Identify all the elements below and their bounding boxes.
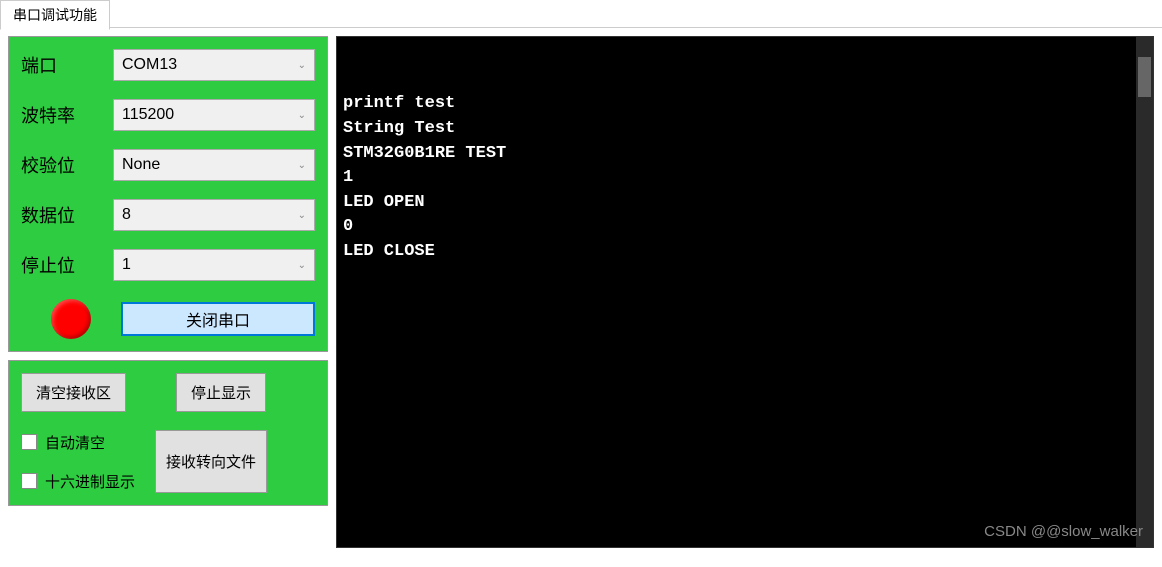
databits-row: 数据位 8 ⌄	[21, 199, 315, 231]
receive-to-file-button[interactable]: 接收转向文件	[155, 430, 267, 493]
receive-to-file-label: 接收转向文件	[166, 454, 256, 471]
chevron-down-icon: ⌄	[298, 210, 306, 221]
clear-receive-label: 清空接收区	[36, 385, 111, 402]
chevron-down-icon: ⌄	[298, 110, 306, 121]
stop-display-button[interactable]: 停止显示	[176, 373, 266, 412]
databits-value: 8	[122, 206, 131, 224]
serial-config-panel: 端口 COM13 ⌄ 波特率 115200 ⌄ 校验位 None ⌄	[8, 36, 328, 352]
port-value: COM13	[122, 56, 177, 74]
auto-clear-checkbox[interactable]	[21, 434, 37, 450]
baud-select[interactable]: 115200 ⌄	[113, 99, 315, 131]
baud-row: 波特率 115200 ⌄	[21, 99, 315, 131]
receive-control-panel: 清空接收区 停止显示 自动清空 十六进制显示	[8, 360, 328, 506]
stopbits-label: 停止位	[21, 252, 101, 278]
close-port-button[interactable]: 关闭串口	[121, 302, 315, 336]
stopbits-row: 停止位 1 ⌄	[21, 249, 315, 281]
port-select[interactable]: COM13 ⌄	[113, 49, 315, 81]
hex-display-row: 十六进制显示	[21, 471, 135, 492]
scrollbar-vertical[interactable]	[1136, 37, 1153, 547]
terminal-content: printf test String Test STM32G0B1RE TEST…	[343, 92, 1147, 264]
hex-display-checkbox[interactable]	[21, 473, 37, 489]
port-label: 端口	[21, 52, 101, 78]
stopbits-value: 1	[122, 256, 131, 274]
chevron-down-icon: ⌄	[298, 260, 306, 271]
close-port-label: 关闭串口	[186, 307, 250, 331]
parity-label: 校验位	[21, 152, 101, 178]
receive-options-row: 自动清空 十六进制显示 接收转向文件	[21, 430, 315, 493]
clear-receive-button[interactable]: 清空接收区	[21, 373, 126, 412]
left-column: 端口 COM13 ⌄ 波特率 115200 ⌄ 校验位 None ⌄	[8, 36, 328, 548]
terminal-output: printf test String Test STM32G0B1RE TEST…	[336, 36, 1154, 548]
status-indicator-icon	[51, 299, 91, 339]
chevron-down-icon: ⌄	[298, 160, 306, 171]
tab-serial-debug[interactable]: 串口调试功能	[0, 0, 110, 30]
parity-select[interactable]: None ⌄	[113, 149, 315, 181]
databits-label: 数据位	[21, 202, 101, 228]
baud-value: 115200	[122, 106, 174, 124]
stopbits-select[interactable]: 1 ⌄	[113, 249, 315, 281]
status-row: 关闭串口	[21, 299, 315, 339]
parity-value: None	[122, 156, 160, 174]
scrollbar-thumb[interactable]	[1138, 57, 1151, 97]
stop-display-label: 停止显示	[191, 385, 251, 402]
databits-select[interactable]: 8 ⌄	[113, 199, 315, 231]
main-area: 端口 COM13 ⌄ 波特率 115200 ⌄ 校验位 None ⌄	[0, 28, 1162, 556]
checkbox-column: 自动清空 十六进制显示	[21, 432, 135, 492]
auto-clear-label: 自动清空	[45, 432, 105, 453]
tab-bar: 串口调试功能	[0, 0, 1162, 28]
tab-label: 串口调试功能	[13, 7, 97, 23]
auto-clear-row: 自动清空	[21, 432, 135, 453]
baud-label: 波特率	[21, 102, 101, 128]
hex-display-label: 十六进制显示	[45, 471, 135, 492]
parity-row: 校验位 None ⌄	[21, 149, 315, 181]
port-row: 端口 COM13 ⌄	[21, 49, 315, 81]
receive-buttons-row: 清空接收区 停止显示	[21, 373, 315, 412]
chevron-down-icon: ⌄	[298, 60, 306, 71]
watermark: CSDN @@slow_walker	[984, 521, 1143, 543]
